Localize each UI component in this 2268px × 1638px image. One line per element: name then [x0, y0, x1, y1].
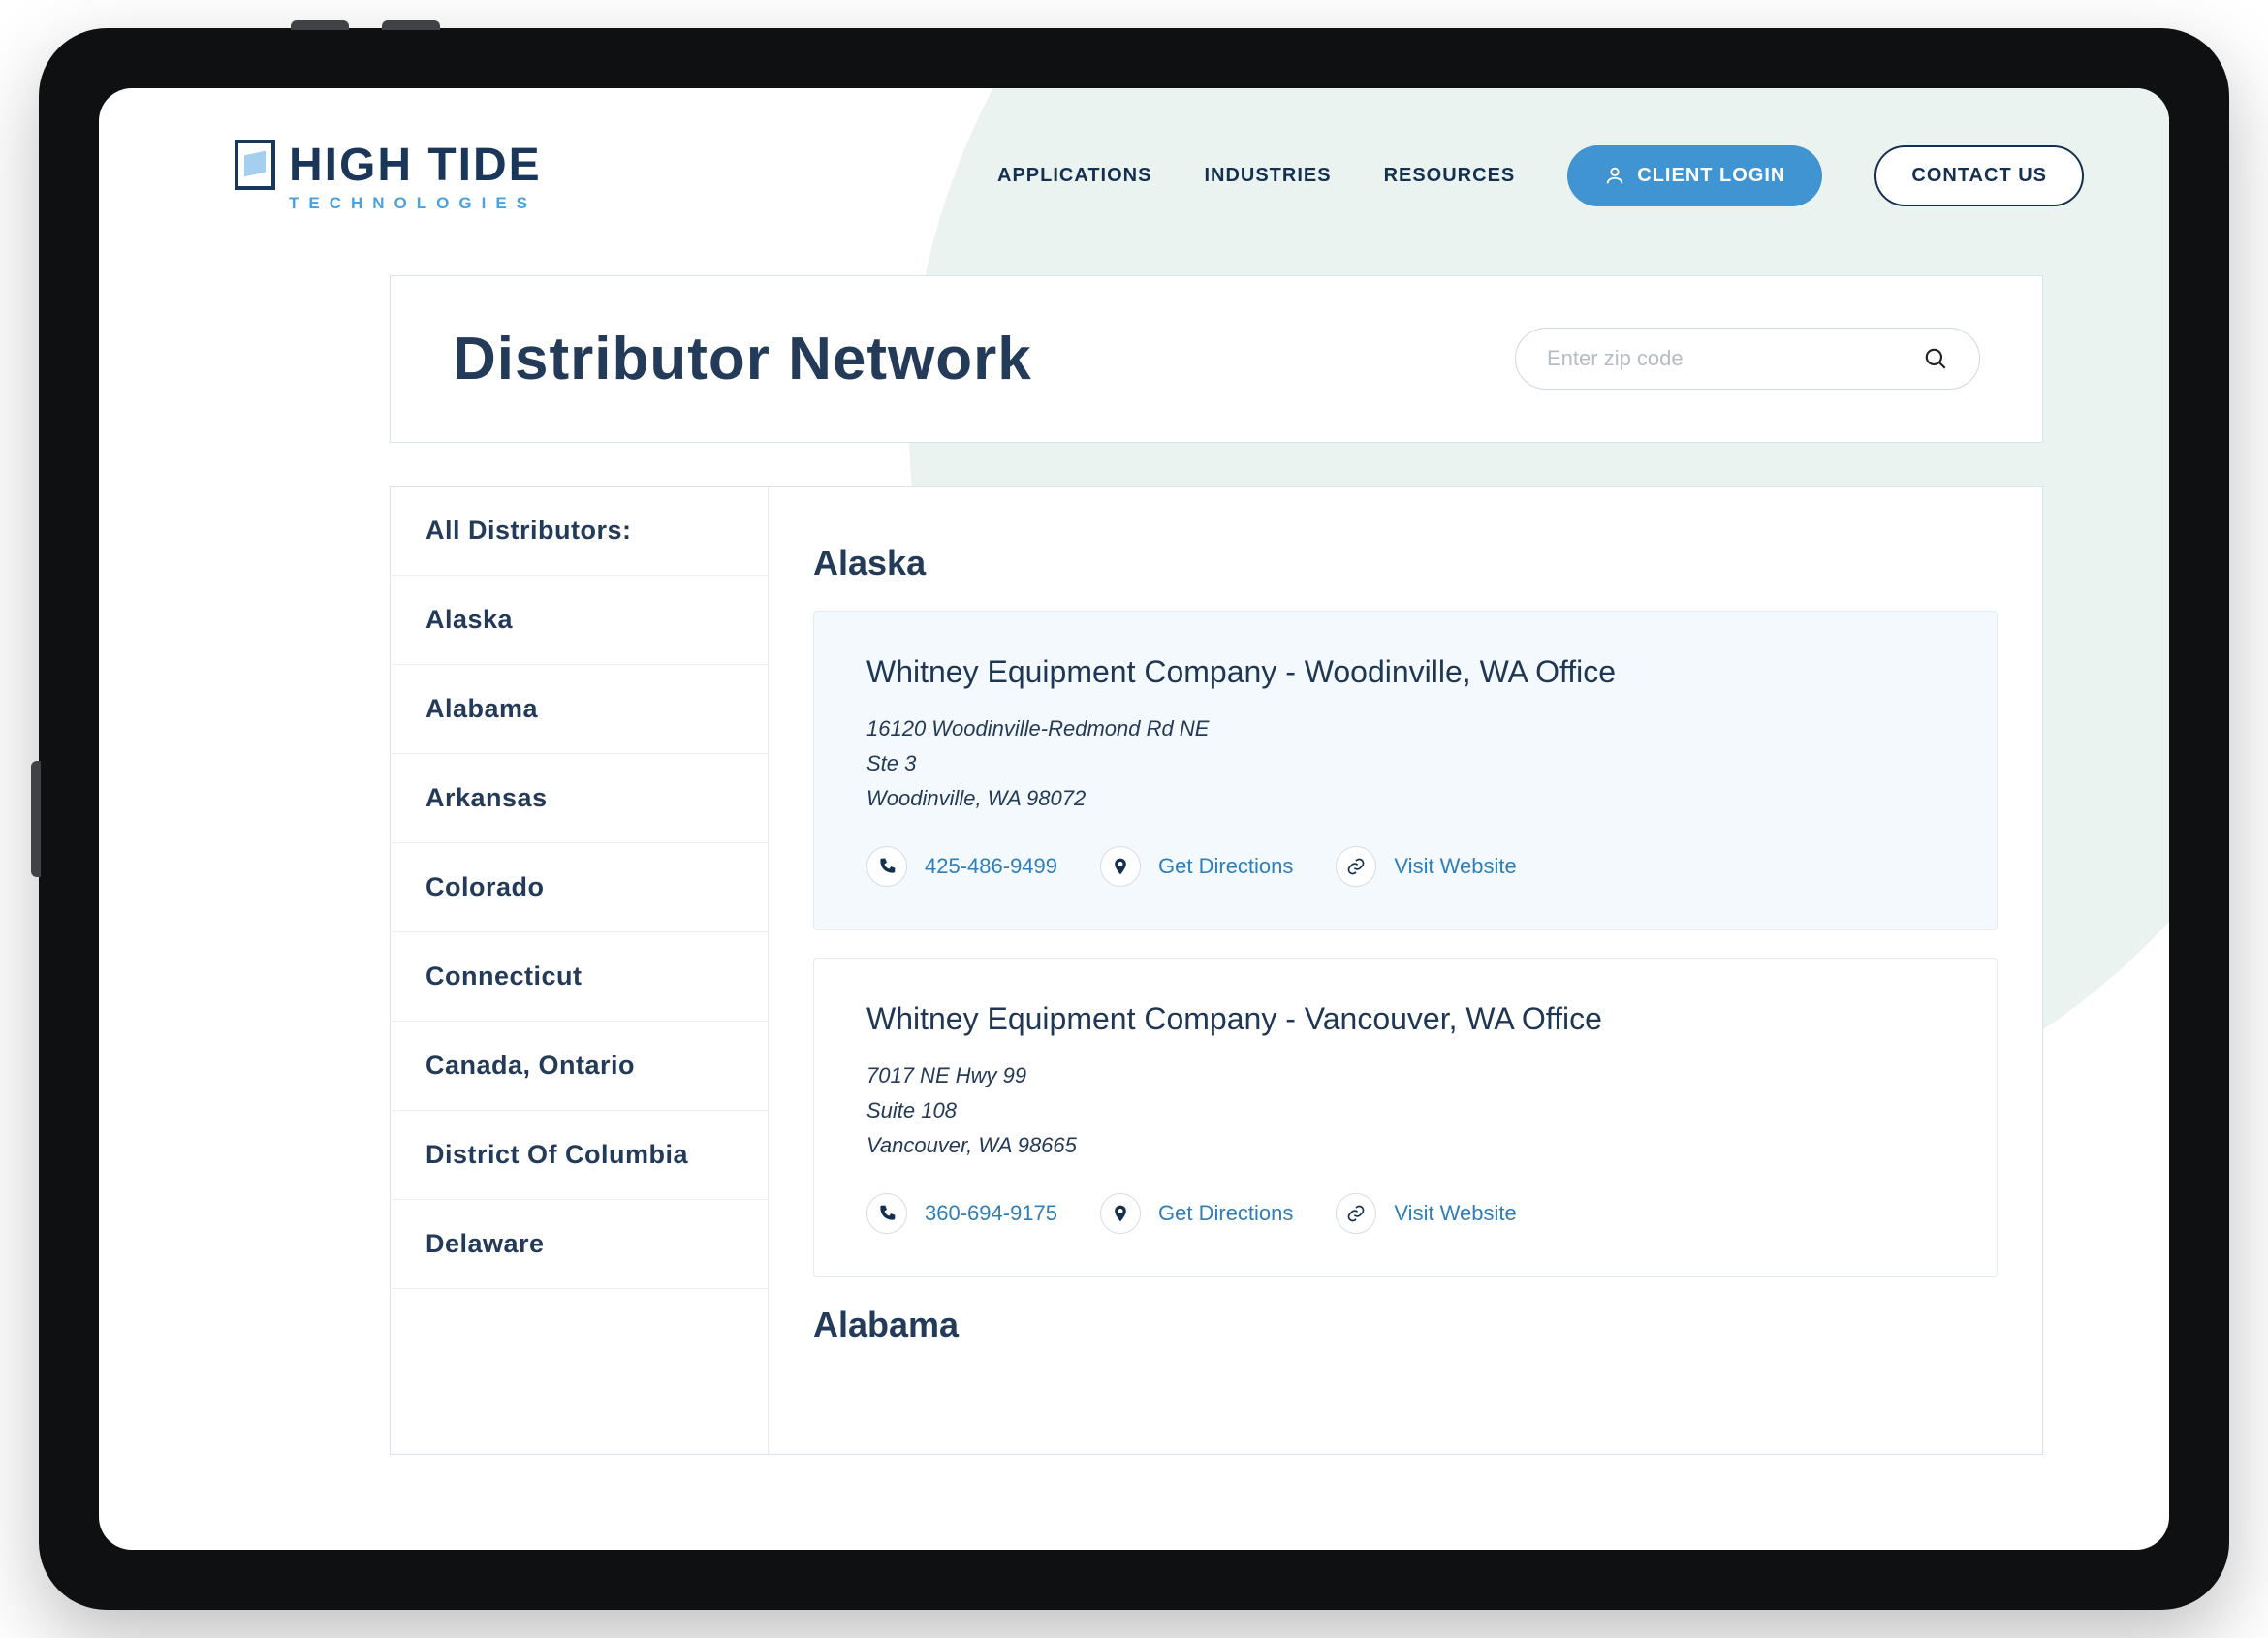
top-nav: HIGH TIDE TECHNOLOGIES APPLICATIONS INDU…: [99, 88, 2169, 213]
page-title: Distributor Network: [453, 325, 1032, 394]
website-link[interactable]: Visit Website: [1336, 846, 1516, 887]
directions-link[interactable]: Get Directions: [1100, 846, 1293, 887]
zip-search-input[interactable]: [1547, 346, 1904, 371]
results-panel: Alaska Whitney Equipment Company - Woodin…: [769, 487, 2042, 1454]
brand-tagline: TECHNOLOGIES: [289, 194, 542, 213]
distributor-address: 16120 Woodinville-Redmond Rd NESte 3Wood…: [866, 711, 1944, 817]
state-heading: Alabama: [813, 1305, 1998, 1345]
sidebar-item[interactable]: Canada, Ontario: [391, 1022, 768, 1111]
state-sidebar[interactable]: All Distributors:AlaskaAlabamaArkansasCo…: [391, 487, 769, 1454]
distributor-card[interactable]: Whitney Equipment Company - Woodinville,…: [813, 611, 1998, 930]
zip-search[interactable]: [1515, 328, 1980, 390]
distributor-actions: 360-694-9175 Get Directions Visit Website: [866, 1193, 1944, 1234]
link-icon: [1336, 846, 1376, 887]
sidebar-item[interactable]: Arkansas: [391, 754, 768, 843]
client-login-button[interactable]: CLIENT LOGIN: [1567, 145, 1822, 206]
link-icon: [1336, 1193, 1376, 1234]
distributor-name: Whitney Equipment Company - Vancouver, W…: [866, 1001, 1944, 1037]
sidebar-item[interactable]: Delaware: [391, 1200, 768, 1289]
tablet-hardware-buttons: [291, 20, 440, 30]
screen: HIGH TIDE TECHNOLOGIES APPLICATIONS INDU…: [99, 88, 2169, 1550]
distributor-card[interactable]: Whitney Equipment Company - Vancouver, W…: [813, 958, 1998, 1277]
distributor-actions: 425-486-9499 Get Directions Visit Website: [866, 846, 1944, 887]
state-heading: Alaska: [813, 543, 1998, 583]
phone-icon: [866, 846, 907, 887]
sidebar-item[interactable]: Connecticut: [391, 932, 768, 1022]
sidebar-item[interactable]: Alabama: [391, 665, 768, 754]
sidebar-item[interactable]: All Distributors:: [391, 487, 768, 576]
nav-industries[interactable]: INDUSTRIES: [1204, 165, 1331, 187]
main-panel: All Distributors:AlaskaAlabamaArkansasCo…: [390, 486, 2043, 1455]
distributor-name: Whitney Equipment Company - Woodinville,…: [866, 654, 1944, 690]
sidebar-item[interactable]: Colorado: [391, 843, 768, 932]
tablet-frame: HIGH TIDE TECHNOLOGIES APPLICATIONS INDU…: [39, 28, 2229, 1610]
sidebar-item[interactable]: Alaska: [391, 576, 768, 665]
client-login-label: CLIENT LOGIN: [1637, 165, 1785, 187]
website-link[interactable]: Visit Website: [1336, 1193, 1516, 1234]
map-pin-icon: [1100, 846, 1141, 887]
map-pin-icon: [1100, 1193, 1141, 1234]
nav-resources[interactable]: RESOURCES: [1384, 165, 1516, 187]
nav-applications[interactable]: APPLICATIONS: [997, 165, 1151, 187]
title-card: Distributor Network: [390, 275, 2043, 443]
phone-link[interactable]: 360-694-9175: [866, 1193, 1057, 1234]
sidebar-item[interactable]: District Of Columbia: [391, 1111, 768, 1200]
logo-icon: [235, 140, 275, 190]
phone-link[interactable]: 425-486-9499: [866, 846, 1057, 887]
search-icon[interactable]: [1923, 346, 1948, 371]
contact-us-label: CONTACT US: [1911, 165, 2047, 187]
brand-name: HIGH TIDE: [289, 139, 542, 192]
brand-logo[interactable]: HIGH TIDE TECHNOLOGIES: [235, 139, 542, 213]
directions-link[interactable]: Get Directions: [1100, 1193, 1293, 1234]
nav-links: APPLICATIONS INDUSTRIES RESOURCES CLIENT…: [997, 145, 2084, 206]
contact-us-button[interactable]: CONTACT US: [1874, 145, 2084, 206]
user-icon: [1604, 165, 1625, 186]
phone-icon: [866, 1193, 907, 1234]
distributor-address: 7017 NE Hwy 99Suite 108Vancouver, WA 986…: [866, 1058, 1944, 1164]
